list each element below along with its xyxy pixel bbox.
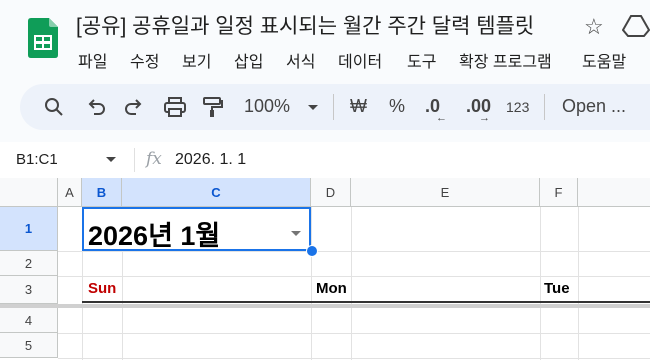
- font-select[interactable]: Open ...: [562, 96, 626, 117]
- grid-line: [578, 207, 579, 360]
- day-header-sun: Sun: [88, 280, 117, 297]
- menu-tools[interactable]: 도구: [407, 48, 436, 72]
- grid-line: [58, 333, 650, 334]
- currency-format-button[interactable]: ₩: [350, 96, 367, 117]
- row-header-3[interactable]: 3: [0, 276, 58, 304]
- menu-format[interactable]: 서식: [286, 48, 315, 72]
- undo-icon[interactable]: [86, 98, 106, 116]
- grid-line: [58, 276, 650, 277]
- day-header-tue: Tue: [544, 280, 570, 297]
- toolbar-divider: [333, 94, 334, 120]
- formula-bar: [0, 142, 650, 179]
- star-icon[interactable]: ☆: [584, 14, 604, 40]
- arrow-left-icon: ←: [436, 112, 447, 124]
- dropdown-chip-icon[interactable]: [291, 231, 301, 236]
- move-to-drive-icon[interactable]: [622, 14, 650, 38]
- sheets-logo-icon[interactable]: [28, 18, 58, 58]
- column-header-d[interactable]: D: [311, 178, 351, 207]
- menu-edit[interactable]: 수정: [130, 48, 159, 72]
- search-icon[interactable]: [44, 97, 64, 117]
- formula-divider: [134, 148, 135, 172]
- column-header-f[interactable]: F: [540, 178, 578, 207]
- fill-handle[interactable]: [306, 245, 318, 257]
- header-underline: [82, 301, 650, 303]
- document-title[interactable]: [공유] 공휴일과 일정 표시되는 월간 주간 달력 템플릿: [76, 10, 534, 40]
- menu-file[interactable]: 파일: [78, 48, 107, 72]
- fx-icon: fx: [146, 149, 162, 169]
- grid-line: [351, 207, 352, 360]
- grid-line: [311, 207, 312, 360]
- arrow-right-icon: →: [479, 112, 490, 124]
- row-header-2[interactable]: 2: [0, 251, 58, 276]
- name-box[interactable]: B1:C1: [16, 151, 58, 168]
- column-header-e[interactable]: E: [351, 178, 540, 207]
- number-format-button[interactable]: 123: [506, 99, 529, 115]
- row-header-4[interactable]: 4: [0, 308, 58, 333]
- toolbar-divider: [544, 94, 545, 120]
- month-title-cell[interactable]: 2026년 1월: [88, 214, 220, 253]
- column-header-a[interactable]: A: [58, 178, 82, 207]
- zoom-dropdown-icon[interactable]: [308, 105, 318, 110]
- percent-format-button[interactable]: %: [389, 96, 405, 117]
- row-header-1[interactable]: 1: [0, 207, 58, 251]
- menu-insert[interactable]: 삽입: [234, 48, 263, 72]
- paint-format-icon[interactable]: [202, 96, 224, 118]
- menu-help[interactable]: 도움말: [582, 48, 626, 72]
- column-header-g[interactable]: [578, 178, 650, 207]
- menu-data[interactable]: 데이터: [338, 48, 382, 72]
- zoom-select[interactable]: 100%: [244, 96, 290, 117]
- row-header-5[interactable]: 5: [0, 333, 58, 358]
- select-all-corner[interactable]: [0, 178, 58, 207]
- menu-extensions[interactable]: 확장 프로그램: [459, 48, 552, 72]
- name-box-dropdown-icon[interactable]: [106, 157, 116, 162]
- day-header-mon: Mon: [316, 280, 347, 297]
- toolbar: [20, 84, 650, 130]
- print-icon[interactable]: [164, 97, 186, 117]
- grid-line: [540, 207, 541, 360]
- grid-line: [58, 358, 650, 359]
- redo-icon[interactable]: [124, 98, 144, 116]
- menu-view[interactable]: 보기: [182, 48, 211, 72]
- formula-input[interactable]: 2026. 1. 1: [175, 151, 246, 169]
- column-header-b[interactable]: B: [82, 178, 122, 207]
- frozen-row-divider[interactable]: [0, 304, 650, 308]
- column-header-c[interactable]: C: [122, 178, 311, 207]
